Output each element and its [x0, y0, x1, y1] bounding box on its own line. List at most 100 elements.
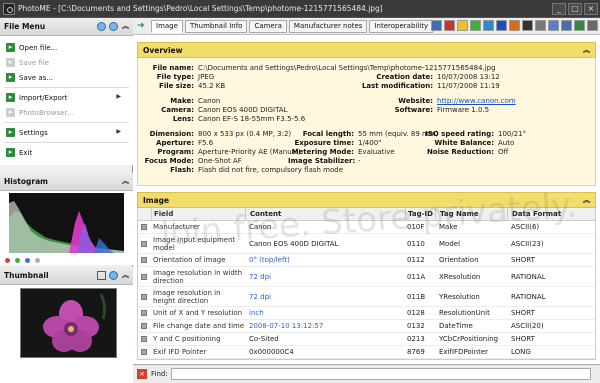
- field-cell: Image resolution in height direction: [153, 288, 221, 305]
- table-row[interactable]: Manufacturer Canon 010F Make ASCII(6): [138, 221, 595, 234]
- table-row[interactable]: Image resolution in width direction 72 dp…: [138, 267, 595, 287]
- gear-icon[interactable]: [535, 20, 546, 31]
- maximize-button[interactable]: □: [568, 2, 582, 15]
- vr-icon[interactable]: [509, 20, 520, 31]
- info-icon[interactable]: [97, 22, 106, 31]
- menu-exit[interactable]: ▸ Exit: [0, 145, 133, 160]
- overview-header[interactable]: Overview ︽: [137, 42, 596, 58]
- column-header-data-format[interactable]: Data Format: [507, 207, 567, 221]
- flower-icon[interactable]: [444, 20, 455, 31]
- noise-reduction-value: Off: [498, 148, 509, 156]
- row-icon: [141, 273, 150, 280]
- menu-label: Settings: [19, 128, 48, 137]
- tab-thumbnail-info[interactable]: Thumbnail Info: [184, 19, 248, 33]
- table-row[interactable]: Unit of X and Y resolution inch 0128 Resolu…: [138, 307, 595, 320]
- tag-name-cell: Model: [439, 239, 461, 248]
- tab-interoperability[interactable]: Interoperability: [369, 19, 434, 33]
- field-cell: Manufacturer: [153, 223, 200, 231]
- tag-id-cell: 0110: [407, 239, 425, 248]
- overview-title: Overview: [143, 45, 183, 55]
- table-row[interactable]: Image input equipment model Canon EOS 400…: [138, 234, 595, 254]
- menu-save-file[interactable]: ▸ Save file: [0, 55, 133, 70]
- close-find-icon[interactable]: ×: [137, 369, 147, 379]
- menu-save-as[interactable]: ▸ Save as...: [0, 70, 133, 85]
- table-row[interactable]: Y and C positioning Co-Sited 0213 YCbCrPosi…: [138, 333, 595, 346]
- find-input[interactable]: [170, 368, 591, 380]
- collapse-icon[interactable]: ︽: [583, 195, 590, 205]
- menu-label: Open file...: [19, 43, 58, 52]
- help-icon[interactable]: [587, 20, 598, 31]
- camera-icon[interactable]: [431, 20, 442, 31]
- image-section-header[interactable]: Image ︽: [137, 192, 596, 208]
- folder-icon[interactable]: [548, 20, 559, 31]
- tab-manufacturer-notes[interactable]: Manufacturer notes: [288, 19, 368, 33]
- menu-open-file[interactable]: ▸ Open file...: [0, 40, 133, 55]
- content-cell: inch: [249, 309, 264, 317]
- table-header-row: Field Content Tag-ID Tag Name Data Forma…: [138, 207, 595, 221]
- row-icon: [141, 310, 150, 316]
- color-icon[interactable]: [470, 20, 481, 31]
- histogram-header: Histogram ︽: [0, 173, 133, 191]
- column-header-tag-id[interactable]: Tag-ID: [405, 207, 435, 221]
- tab-image[interactable]: Image: [151, 19, 183, 33]
- collapse-icon[interactable]: ︽: [121, 271, 130, 280]
- collapse-icon[interactable]: ︽: [583, 45, 590, 55]
- tab-bar: ➜ Image Thumbnail Info Camera Manufactur…: [133, 18, 600, 35]
- table-row[interactable]: Exif IFD Pointer 0x000000C4 8769 ExifIFDPoi…: [138, 346, 595, 359]
- file-menu-title: File Menu: [4, 22, 46, 31]
- menu-separator: [4, 122, 129, 123]
- column-header-content[interactable]: Content: [245, 207, 405, 221]
- luminance-channel-dot[interactable]: [35, 258, 40, 263]
- main-area: ➜ Image Thumbnail Info Camera Manufactur…: [133, 18, 600, 383]
- photobrowser-icon: ▸: [6, 108, 15, 117]
- print-icon[interactable]: [574, 20, 585, 31]
- table-row[interactable]: Image resolution in height direction 72 d…: [138, 287, 595, 307]
- red-channel-dot[interactable]: [5, 258, 10, 263]
- menu-import-export[interactable]: ▸ Import/Export ▶: [0, 90, 133, 105]
- save-icon[interactable]: [561, 20, 572, 31]
- row-icon: [141, 257, 150, 263]
- blue-channel-dot[interactable]: [25, 258, 30, 263]
- toolbar: [431, 20, 598, 31]
- column-header-tag-name[interactable]: Tag Name: [435, 207, 507, 221]
- tag-icon: [141, 336, 147, 342]
- menu-label: Import/Export: [19, 93, 68, 102]
- table-row[interactable]: File change date and time 2008-07-10 13:1…: [138, 320, 595, 333]
- globe-icon[interactable]: [483, 20, 494, 31]
- tag-name-cell: DateTime: [439, 322, 473, 330]
- go-arrow-icon[interactable]: ➜: [137, 21, 147, 31]
- collapse-icon[interactable]: ︽: [121, 22, 130, 31]
- field-cell: Unit of X and Y resolution: [153, 309, 243, 317]
- column-header-field[interactable]: Field: [151, 207, 245, 221]
- collapse-icon[interactable]: ︽: [121, 177, 130, 186]
- data-format-cell: RATIONAL: [511, 272, 546, 281]
- bw-icon[interactable]: [522, 20, 533, 31]
- field-table: Field Content Tag-ID Tag Name Data Forma…: [137, 207, 596, 360]
- tag-name-cell: XResolution: [439, 272, 481, 281]
- camera-label: Camera:: [161, 106, 194, 114]
- file-size-label: File size:: [159, 82, 194, 90]
- star-icon[interactable]: [457, 20, 468, 31]
- title-bar: PhotoME - [C:\Documents and Settings\Ped…: [0, 0, 600, 18]
- refresh-icon[interactable]: [109, 22, 118, 31]
- menu-settings[interactable]: ▸ Settings ▶: [0, 125, 133, 140]
- thumbnail-title: Thumbnail: [4, 271, 49, 280]
- tab-camera[interactable]: Camera: [249, 19, 287, 33]
- green-channel-dot[interactable]: [15, 258, 20, 263]
- close-button[interactable]: ×: [584, 2, 598, 15]
- menu-photobrowser[interactable]: ▸ PhotoBrowser...: [0, 105, 133, 120]
- data-format-cell: ASCII(6): [511, 223, 540, 231]
- info-icon[interactable]: [109, 271, 118, 280]
- dimension-label: Dimension:: [149, 130, 194, 138]
- submenu-arrow-icon: ▶: [116, 93, 121, 100]
- website-link[interactable]: http://www.canon.com: [437, 97, 516, 105]
- file-type-label: File type:: [156, 73, 194, 81]
- info-icon[interactable]: [496, 20, 507, 31]
- menu-separator: [4, 142, 129, 143]
- grid-icon[interactable]: [97, 271, 106, 280]
- tag-icon: [141, 293, 147, 300]
- tag-name-cell: Make: [439, 223, 458, 231]
- table-row[interactable]: Orientation of image 0° (top/left) 0112 Ori…: [138, 254, 595, 267]
- lens-label: Lens:: [172, 115, 194, 123]
- minimize-button[interactable]: _: [552, 2, 566, 15]
